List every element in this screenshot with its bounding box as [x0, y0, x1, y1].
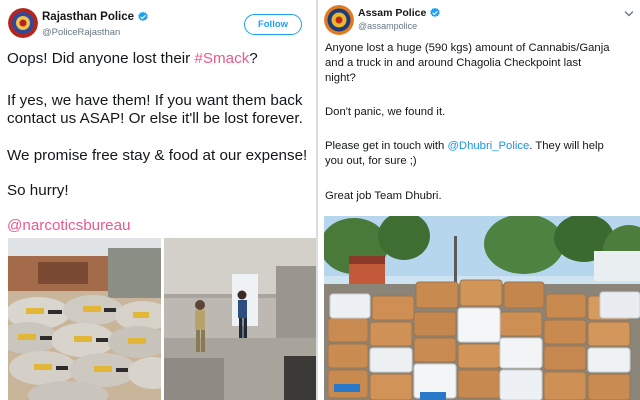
tweet-line-3: night? — [325, 72, 356, 84]
mention-dhubri-police[interactable]: @Dhubri_Police — [447, 140, 529, 152]
tweet-header: Assam Police @assampolice — [318, 0, 640, 40]
tweet-header: Rajasthan Police @PoliceRajasthan Follow — [0, 0, 316, 40]
user-handle[interactable]: @PoliceRajasthan — [42, 27, 120, 38]
verified-badge-icon — [430, 7, 441, 18]
tweet-line-6: you out, for sure ;) — [325, 155, 417, 167]
mention-narcoticsbureau[interactable]: @narcoticsbureau — [7, 216, 130, 235]
chevron-down-icon[interactable] — [624, 9, 634, 19]
tweet-line-4: Don't panic, we found it. — [325, 106, 446, 118]
verified-badge-icon — [138, 11, 148, 22]
rajasthan-police-tweet: Rajasthan Police @PoliceRajasthan Follow… — [0, 0, 316, 400]
assam-police-tweet: Assam Police @assampolice Anyone lost a … — [318, 0, 640, 400]
user-handle[interactable]: @assampolice — [358, 21, 417, 31]
tweet-line-5: So hurry! — [7, 182, 69, 199]
seized-sacks-photo[interactable] — [8, 238, 161, 400]
tweet-line-2: and a truck in and around Chagolia Check… — [325, 57, 582, 69]
hashtag-smack[interactable]: #Smack — [194, 50, 249, 67]
tweet-line-2: If yes, we have them! If you want them b… — [7, 92, 303, 109]
tweet-line-1: Anyone lost a huge (590 kgs) amount of C… — [325, 42, 610, 54]
tweet-line-4: We promise free stay & food at our expen… — [7, 147, 308, 164]
display-name[interactable]: Rajasthan Police — [42, 11, 134, 23]
warehouse-officers-photo[interactable] — [164, 238, 316, 400]
tweet-line-5: Please get in touch with @Dhubri_Police.… — [325, 140, 604, 152]
assam-police-avatar[interactable] — [324, 5, 354, 35]
rajasthan-police-avatar[interactable] — [8, 8, 38, 38]
seized-cannabis-packets-photo[interactable] — [324, 216, 640, 400]
tweet-line-7: Great job Team Dhubri. — [325, 190, 442, 202]
tweet-line-1: Oops! Did anyone lost their #Smack? — [7, 50, 258, 67]
tweet-line-3: contact us ASAP! Or else it'll be lost f… — [7, 110, 303, 127]
display-name[interactable]: Assam Police — [358, 7, 426, 19]
follow-button[interactable]: Follow — [244, 14, 302, 35]
